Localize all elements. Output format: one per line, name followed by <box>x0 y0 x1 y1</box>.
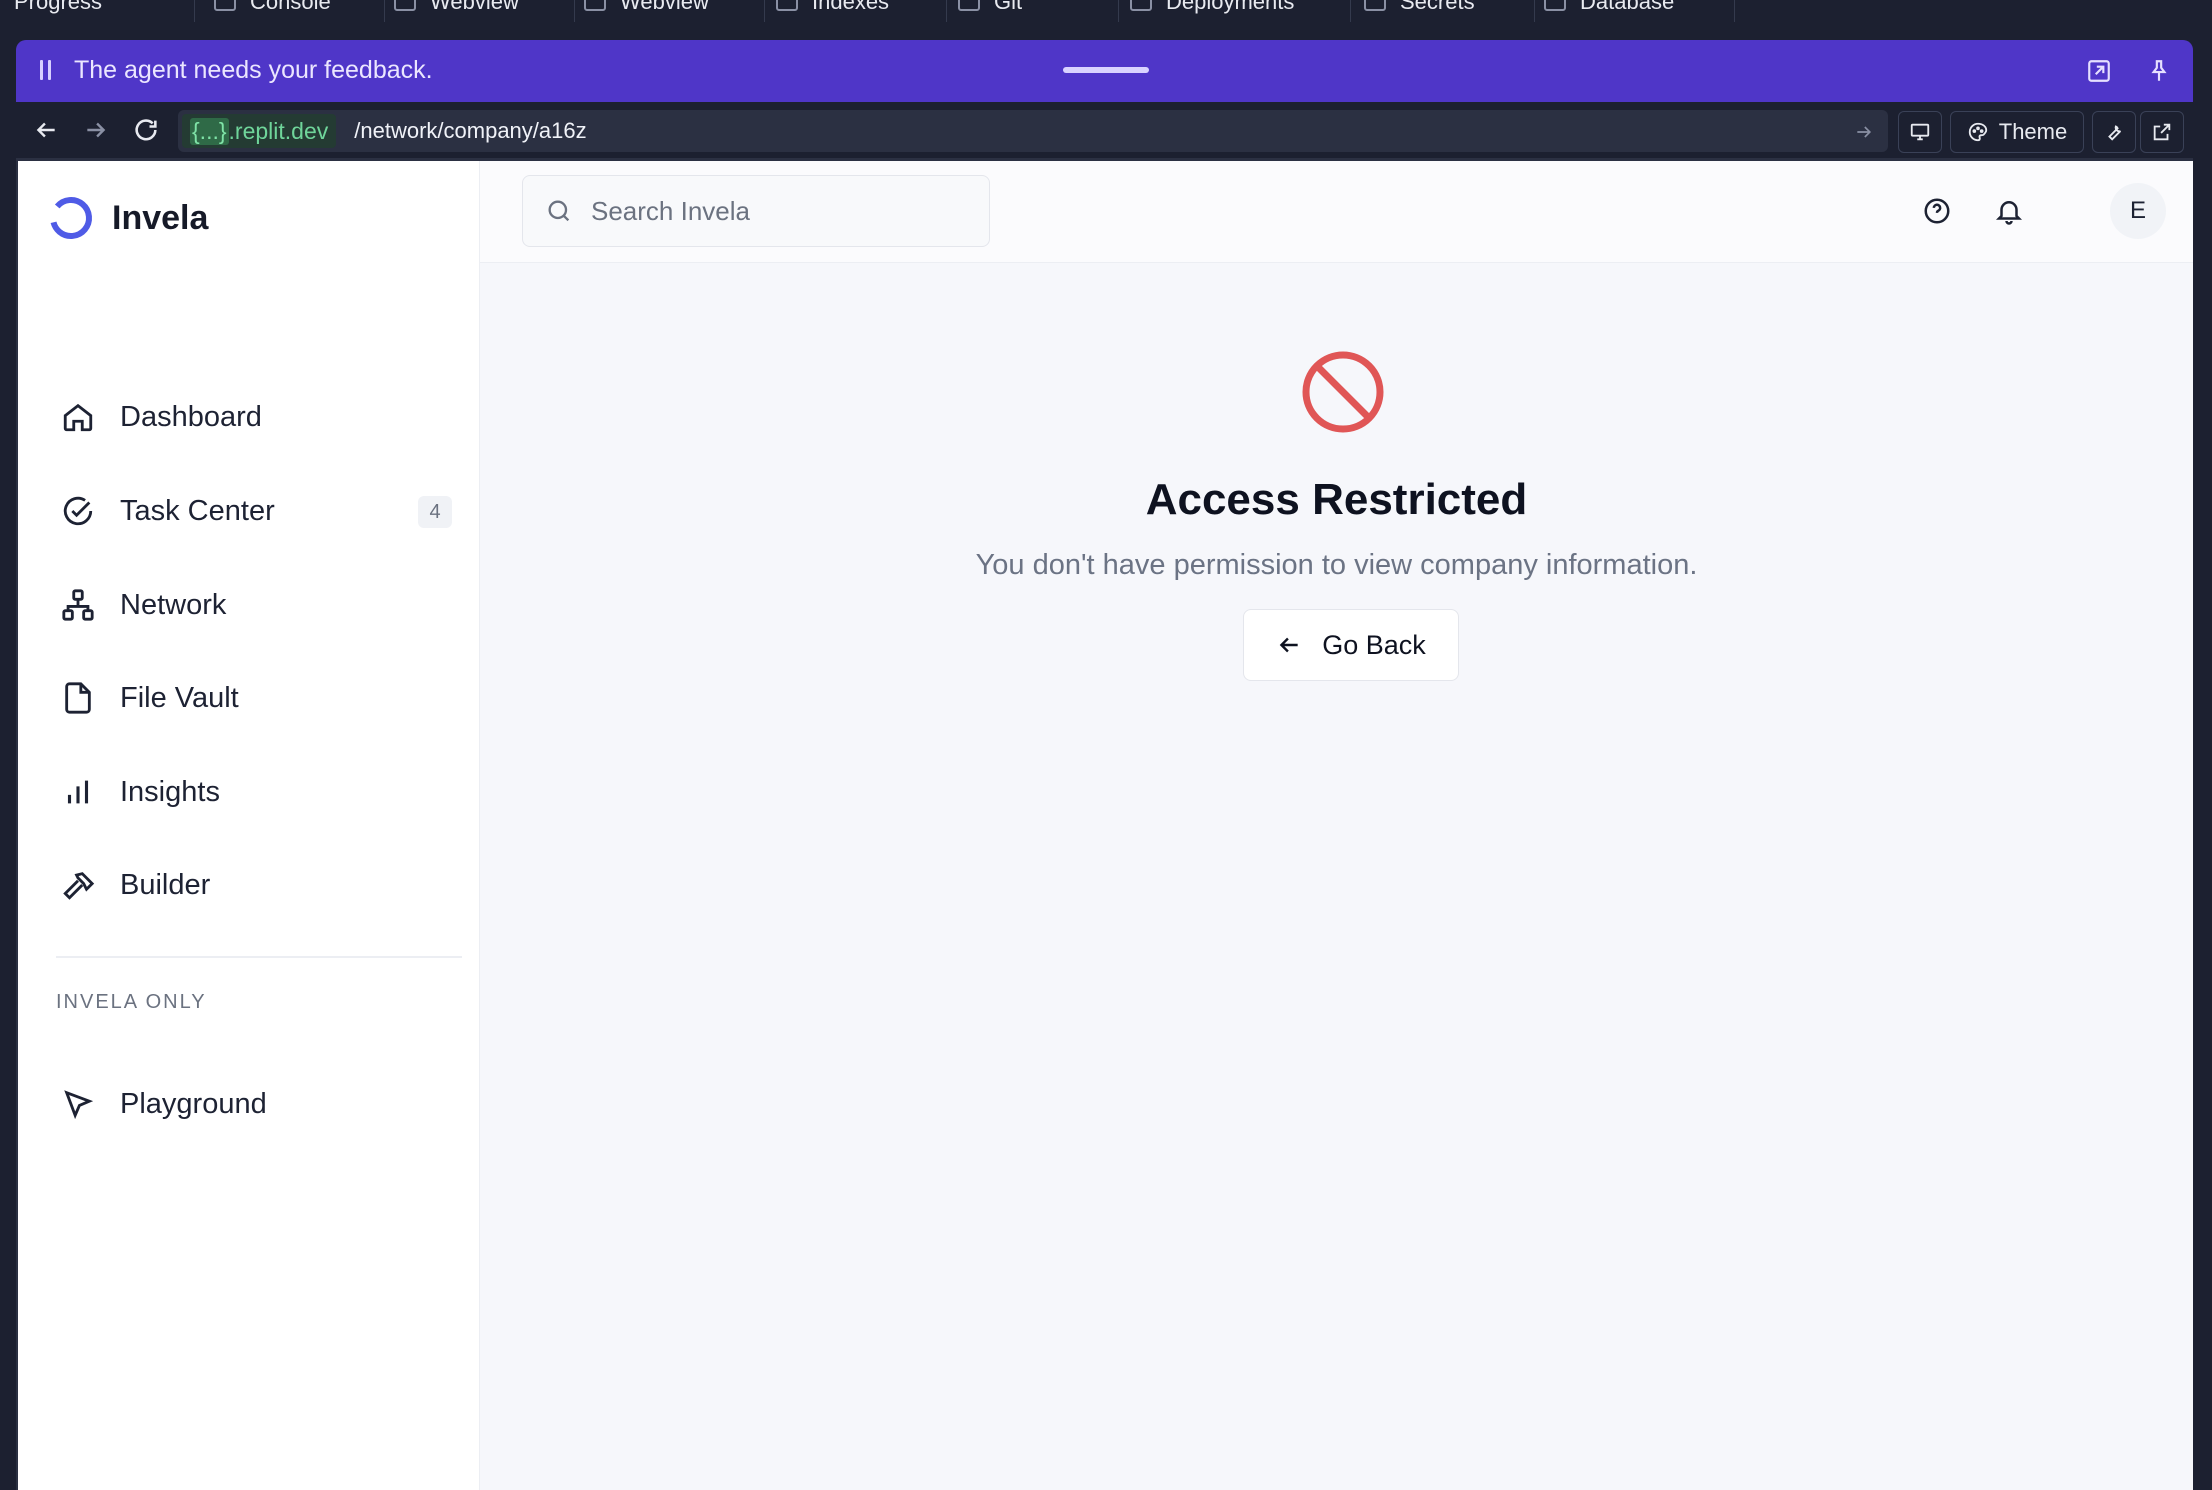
tab-label: Indexes <box>812 0 890 14</box>
sidebar-item-label: Insights <box>120 775 220 808</box>
sidebar-item-builder[interactable]: Builder <box>48 855 460 915</box>
workspace-tab-console[interactable]: Console <box>200 0 385 22</box>
workspace-tab-database[interactable]: Database <box>1530 0 1735 22</box>
webview-pane: The agent needs your feedback. {...} .rep… <box>16 40 2193 1490</box>
tab-label: Webview <box>430 0 519 14</box>
help-circle-icon <box>1924 198 1950 224</box>
drag-grip-icon[interactable] <box>40 60 52 82</box>
task-count-badge: 4 <box>418 496 452 528</box>
agent-feedback-bar: The agent needs your feedback. <box>16 40 2193 102</box>
sidebar-item-label: File Vault <box>120 681 239 714</box>
section-label: INVELA ONLY <box>56 991 207 1013</box>
sidebar-item-dashboard[interactable]: Dashboard <box>48 387 460 447</box>
reload-button[interactable] <box>130 114 162 146</box>
sidebar-item-playground[interactable]: Playground <box>48 1074 460 1134</box>
sidebar: Invela Dashboard Task Center 4 Network F… <box>18 161 480 1490</box>
sidebar-item-task-center[interactable]: Task Center 4 <box>48 481 460 541</box>
sidebar-item-label: Dashboard <box>120 400 262 433</box>
workspace-tab-git[interactable]: Git <box>944 0 1119 22</box>
theme-button[interactable]: Theme <box>1950 111 2084 153</box>
cursor-icon <box>60 1086 96 1122</box>
sidebar-item-label: Task Center <box>120 494 275 527</box>
open-new-tab-button[interactable] <box>2140 111 2184 153</box>
invela-app: Invela Dashboard Task Center 4 Network F… <box>18 161 2193 1490</box>
tab-label: Progress <box>14 0 103 14</box>
url-path: /network/company/a16z <box>354 118 587 143</box>
tab-label: Webview <box>620 0 709 14</box>
tab-label: Secrets <box>1400 0 1475 14</box>
tab-label: Git <box>994 0 1023 14</box>
workspace-tab-secrets[interactable]: Secrets <box>1350 0 1535 22</box>
sidebar-item-insights[interactable]: Insights <box>48 762 460 822</box>
workspace-tab-indexes[interactable]: Indexes <box>762 0 947 22</box>
drag-handle[interactable] <box>1063 67 1149 73</box>
home-icon <box>60 399 96 435</box>
host-prefix: {...} <box>190 117 229 145</box>
tab-label: Database <box>1580 0 1675 14</box>
url-field[interactable]: {...} .replit.dev /network/company/a16z <box>178 110 1888 152</box>
check-circle-icon <box>60 493 96 529</box>
database-icon <box>1544 0 1566 11</box>
invela-logo-icon <box>50 197 92 239</box>
back-nav-button[interactable] <box>30 114 62 146</box>
host-chip: {...} .replit.dev <box>182 114 337 148</box>
arrow-left-icon <box>36 122 55 138</box>
monitor-icon <box>394 0 416 11</box>
console-icon <box>214 0 236 11</box>
deploy-icon <box>1130 0 1152 11</box>
go-back-button[interactable]: Go Back <box>1243 609 1459 681</box>
external-link-icon <box>2153 123 2171 141</box>
help-button[interactable] <box>1917 191 1957 231</box>
bar-chart-icon <box>60 774 96 810</box>
device-preview-button[interactable] <box>1898 111 1942 153</box>
sidebar-divider <box>56 956 462 958</box>
sidebar-item-file-vault[interactable]: File Vault <box>48 668 460 728</box>
arrow-right-icon <box>87 122 106 138</box>
workspace-tab-progress[interactable]: Progress <box>0 0 195 22</box>
sidebar-item-label: Builder <box>120 868 211 901</box>
git-icon <box>958 0 980 11</box>
devtools-button[interactable] <box>2092 111 2136 153</box>
workspace-tab-deployments[interactable]: Deployments <box>1116 0 1351 22</box>
palette-icon <box>1968 122 1987 142</box>
bell-icon <box>1995 201 2023 225</box>
pop-out-icon[interactable] <box>2086 58 2112 84</box>
monitor-icon <box>584 0 606 11</box>
main-content: Access Restricted You don't have permiss… <box>480 263 2193 1490</box>
tab-label: Console <box>250 0 331 14</box>
theme-label: Theme <box>1998 119 2068 144</box>
avatar[interactable]: E <box>2110 183 2166 239</box>
page-title: Access Restricted <box>1145 475 1528 524</box>
no-access-icon <box>1302 351 1384 438</box>
lock-icon <box>1364 0 1386 11</box>
top-header: Search Invela E <box>480 161 2193 263</box>
restriction-message: You don't have permission to view compan… <box>975 549 1698 581</box>
notifications-button[interactable] <box>1989 191 2029 231</box>
browser-url-bar: {...} .replit.dev /network/company/a16z T… <box>16 102 2193 158</box>
agent-message: The agent needs your feedback. <box>74 56 433 84</box>
network-icon <box>60 587 96 623</box>
arrow-left-icon <box>1279 637 1298 653</box>
workspace-tab-strip: Progress Console Webview Webview Indexes… <box>0 0 2212 24</box>
tab-label: Deployments <box>1166 0 1295 14</box>
go-arrow-icon[interactable] <box>1854 122 1874 147</box>
wrench-icon <box>2108 125 2122 141</box>
sidebar-item-label: Playground <box>120 1087 267 1120</box>
go-back-label: Go Back <box>1322 629 1426 660</box>
hammer-icon <box>60 867 96 903</box>
brand-logo[interactable]: Invela <box>48 195 208 241</box>
file-icon <box>60 680 96 716</box>
workspace-tab-webview[interactable]: Webview <box>380 0 575 22</box>
sidebar-item-network[interactable]: Network <box>48 575 460 635</box>
search-bar[interactable]: Search Invela <box>522 175 990 247</box>
pin-icon[interactable] <box>2146 58 2172 84</box>
index-icon <box>776 0 798 11</box>
brand-name: Invela <box>112 198 209 237</box>
forward-nav-button[interactable] <box>80 114 112 146</box>
workspace-tab-webview-2[interactable]: Webview <box>570 0 765 22</box>
monitor-icon <box>1910 123 1930 141</box>
reload-icon <box>135 119 157 141</box>
sidebar-item-label: Network <box>120 588 227 621</box>
host-text: .replit.dev <box>228 117 329 144</box>
